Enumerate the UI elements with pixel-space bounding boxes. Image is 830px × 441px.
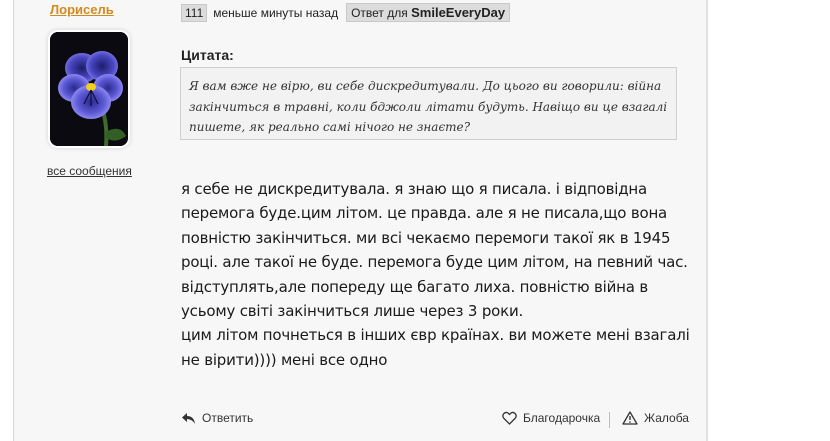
reply-to-badge[interactable]: Ответ для SmileEveryDay [346, 3, 511, 22]
post-body: я себе не дискредитувала. я знаю що я пи… [181, 177, 696, 372]
reply-arrow-icon [182, 412, 195, 424]
right-blank-area [708, 0, 830, 441]
reply-to-user: SmileEveryDay [411, 5, 506, 20]
report-label: Жалоба [644, 411, 689, 425]
quote-title: Цитата: [181, 47, 234, 63]
quote-line: пишете, як реально самі нічого не знаєте… [189, 120, 471, 134]
post-body-line: я себе не дискредитувала. я знаю що я пи… [181, 180, 647, 198]
post-body-line: повністю закінчиться. ми всі чекаємо пер… [181, 228, 671, 247]
quote-line: закінчиться в травні, коли бджоли літати… [189, 99, 668, 114]
post-timestamp: меньше минуты назад [213, 5, 339, 20]
quote-line: Я вам вже не вірю, ви себе дискредитувал… [189, 79, 662, 93]
heart-icon [502, 411, 517, 425]
reply-prefix: Ответ для [351, 6, 408, 20]
reply-button[interactable]: Ответить [181, 411, 253, 425]
avatar[interactable] [50, 32, 128, 146]
thanks-button[interactable]: Благодарочка [502, 411, 600, 425]
pansy-flower-avatar-image [50, 32, 128, 146]
author-name-link[interactable]: Лорисель [50, 2, 114, 17]
post-meta: 111 меньше минуты назад Ответ для SmileE… [181, 3, 511, 22]
warning-triangle-icon [622, 411, 638, 425]
thanks-label: Благодарочка [523, 411, 601, 425]
report-button[interactable]: Жалоба [622, 411, 689, 425]
reply-label: Ответить [202, 411, 254, 425]
all-messages-link[interactable]: все сообщения [47, 164, 132, 178]
left-gutter [0, 0, 14, 441]
post-body-line: усьому світі закінчиться лише через 3 ро… [181, 302, 524, 321]
quote-block: Я вам вже не вірю, ви себе дискредитувал… [180, 67, 677, 140]
action-divider [609, 412, 610, 428]
post-body-line: цим літом почнеться в інших євр країнах.… [181, 326, 690, 345]
post-body-line: перемога буде.цим літом. це правда. але … [181, 204, 668, 223]
post-body-line: не вірити)))) мені все одно [181, 350, 388, 369]
post-body-line: році. але такої не буде. перемога буде ц… [181, 253, 688, 272]
post-body-line: відступлять,але попереду ще багато лиха.… [181, 277, 648, 296]
post-number-badge[interactable]: 111 [181, 3, 208, 22]
